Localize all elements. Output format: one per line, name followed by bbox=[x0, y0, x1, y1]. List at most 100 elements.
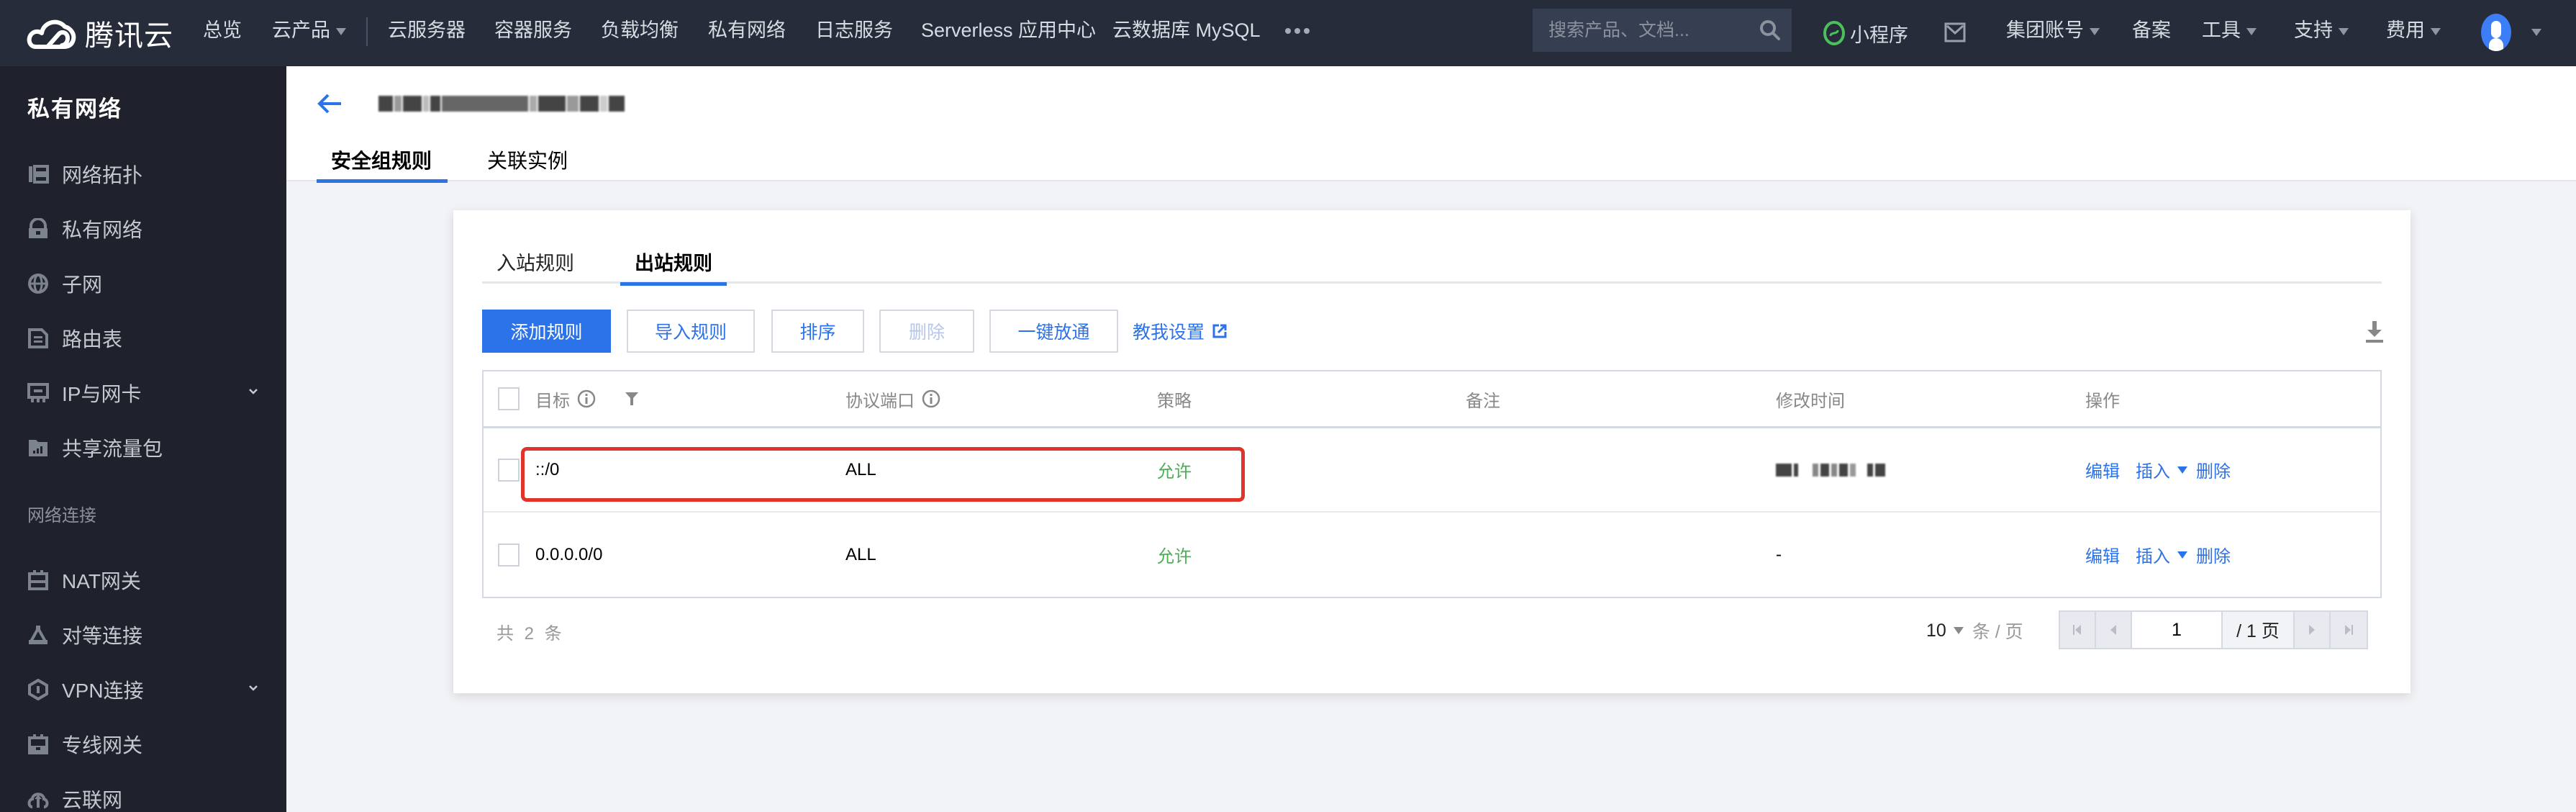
page-header: 安全组规则 关联实例 bbox=[286, 66, 2576, 183]
nav-support[interactable]: 支持 bbox=[2294, 0, 2349, 66]
search-box[interactable] bbox=[1533, 9, 1792, 52]
first-page-button[interactable] bbox=[2060, 612, 2096, 648]
sidebar-item-ip-nic[interactable]: IP与网卡 bbox=[27, 371, 265, 415]
insert-link[interactable]: 插入 bbox=[2136, 457, 2170, 482]
tencent-cloud-logo[interactable]: 腾讯云 bbox=[26, 12, 173, 55]
nav-cvm[interactable]: 云服务器 bbox=[388, 0, 466, 66]
add-rule-button[interactable]: 添加规则 bbox=[482, 310, 611, 353]
tab-outbound-rules[interactable]: 出站规则 bbox=[620, 248, 727, 286]
cell-modified-time-redacted bbox=[1776, 428, 1885, 511]
import-rules-button[interactable]: 导入规则 bbox=[627, 310, 755, 353]
sidebar-item-direct-connect[interactable]: 专线网关 bbox=[27, 723, 265, 766]
insert-caret-down-icon[interactable] bbox=[2177, 466, 2187, 474]
rule-direction-tabs: 入站规则 出站规则 bbox=[482, 248, 2382, 286]
column-header-policy: 策略 bbox=[1157, 391, 1192, 411]
search-icon[interactable] bbox=[1759, 19, 1782, 42]
traffic-package-icon bbox=[27, 437, 49, 459]
page-size-value: 10 bbox=[1926, 620, 1946, 641]
sidebar-item-label: 专线网关 bbox=[62, 734, 143, 757]
rules-card: 入站规则 出站规则 添加规则 导入规则 排序 删除 一键放通 教我设置 目标 协… bbox=[453, 210, 2411, 693]
sidebar-item-traffic-package[interactable]: 共享流量包 bbox=[27, 426, 265, 469]
page-size-select[interactable]: 10 条 / 页 bbox=[1926, 618, 2023, 644]
nav-divider bbox=[366, 17, 368, 46]
cell-actions: 编辑 插入 删除 bbox=[2085, 513, 2231, 597]
nic-icon bbox=[27, 382, 49, 404]
caret-down-icon bbox=[2431, 27, 2441, 35]
nav-group-account[interactable]: 集团账号 bbox=[2006, 0, 2100, 66]
nav-mysql[interactable]: 云数据库 MySQL bbox=[1112, 0, 1261, 66]
cell-protocol: ALL bbox=[845, 544, 876, 564]
nav-clb[interactable]: 负载均衡 bbox=[601, 0, 679, 66]
insert-link[interactable]: 插入 bbox=[2136, 542, 2170, 567]
nav-products[interactable]: 云产品 bbox=[272, 0, 346, 66]
info-icon[interactable] bbox=[577, 389, 596, 408]
nav-billing-label: 费用 bbox=[2386, 19, 2425, 41]
sidebar-item-label: 路由表 bbox=[62, 328, 123, 351]
tab-security-group-rules[interactable]: 安全组规则 bbox=[316, 145, 448, 183]
mini-program-label: 小程序 bbox=[1850, 24, 1908, 46]
nav-serverless[interactable]: Serverless 应用中心 bbox=[921, 0, 1096, 66]
prev-page-button[interactable] bbox=[2096, 612, 2132, 648]
row-checkbox[interactable] bbox=[498, 458, 520, 482]
download-icon[interactable] bbox=[2364, 320, 2385, 344]
delete-link[interactable]: 删除 bbox=[2196, 457, 2231, 482]
topology-icon bbox=[27, 163, 49, 185]
tab-inbound-rules[interactable]: 入站规则 bbox=[496, 248, 574, 284]
nav-vpc[interactable]: 私有网络 bbox=[708, 0, 786, 66]
peering-icon bbox=[27, 624, 49, 646]
select-all-checkbox[interactable] bbox=[498, 387, 520, 410]
search-input[interactable] bbox=[1548, 19, 1750, 41]
nav-billing[interactable]: 费用 bbox=[2386, 0, 2441, 66]
delete-link[interactable]: 删除 bbox=[2196, 542, 2231, 567]
tab-associated-instances[interactable]: 关联实例 bbox=[487, 145, 568, 181]
sidebar-item-ccn[interactable]: 云联网 bbox=[27, 777, 265, 812]
document-icon bbox=[27, 328, 49, 349]
back-arrow-icon[interactable] bbox=[315, 89, 344, 118]
ccn-icon bbox=[27, 788, 49, 810]
page-number-input[interactable] bbox=[2132, 612, 2223, 648]
column-header-protocol: 协议端口 bbox=[845, 371, 940, 426]
insert-caret-down-icon[interactable] bbox=[2177, 551, 2187, 559]
sidebar-item-vpc[interactable]: 私有网络 bbox=[27, 207, 265, 251]
column-header-modified-time: 修改时间 bbox=[1776, 391, 1845, 411]
delete-button[interactable]: 删除 bbox=[879, 310, 974, 353]
sidebar-item-label: 网络拓扑 bbox=[62, 164, 143, 186]
sidebar-item-route-table[interactable]: 路由表 bbox=[27, 317, 265, 360]
sidebar-item-peering[interactable]: 对等连接 bbox=[27, 613, 265, 657]
caret-down-icon bbox=[2090, 27, 2100, 35]
table-row: 0.0.0.0/0 ALL 允许 - 编辑 插入 删除 bbox=[484, 513, 2380, 597]
edit-link[interactable]: 编辑 bbox=[2085, 457, 2120, 482]
sort-button[interactable]: 排序 bbox=[771, 310, 864, 353]
edit-link[interactable]: 编辑 bbox=[2085, 542, 2120, 567]
sidebar-item-subnet[interactable]: 子网 bbox=[27, 262, 265, 305]
nav-icp[interactable]: 备案 bbox=[2132, 0, 2171, 66]
open-all-button[interactable]: 一键放通 bbox=[989, 310, 1118, 353]
gateway-icon bbox=[27, 569, 49, 591]
sidebar-item-topology[interactable]: 网络拓扑 bbox=[27, 153, 265, 196]
last-page-button[interactable] bbox=[2331, 612, 2367, 648]
nav-overview[interactable]: 总览 bbox=[203, 0, 242, 66]
more-dots-icon[interactable] bbox=[1285, 24, 1310, 34]
nav-cls[interactable]: 日志服务 bbox=[815, 0, 893, 66]
nav-container[interactable]: 容器服务 bbox=[494, 0, 572, 66]
sidebar: 私有网络 网络拓扑 私有网络 子网 路由表 IP与网卡 共享流量包 网络连接 N… bbox=[0, 66, 286, 812]
help-setup-link[interactable]: 教我设置 bbox=[1133, 318, 1228, 344]
avatar-caret-down-icon[interactable] bbox=[2531, 29, 2541, 36]
sidebar-item-label: VPN连接 bbox=[62, 680, 144, 702]
table-header: 目标 协议端口 策略 备注 修改时间 操作 bbox=[484, 371, 2380, 428]
user-avatar[interactable] bbox=[2481, 14, 2511, 51]
chevron-down-icon[interactable] bbox=[248, 386, 259, 397]
nav-tools[interactable]: 工具 bbox=[2202, 0, 2257, 66]
mini-program-link[interactable]: 小程序 bbox=[1823, 0, 1908, 66]
column-header-actions: 操作 bbox=[2085, 391, 2120, 411]
chevron-down-icon[interactable] bbox=[248, 682, 259, 694]
sidebar-item-label: 对等连接 bbox=[62, 625, 143, 647]
row-checkbox[interactable] bbox=[498, 543, 520, 567]
sidebar-item-vpn[interactable]: VPN连接 bbox=[27, 668, 265, 711]
info-icon[interactable] bbox=[922, 389, 940, 408]
mail-icon[interactable] bbox=[1944, 22, 1966, 43]
sidebar-item-nat-gateway[interactable]: NAT网关 bbox=[27, 559, 265, 602]
cell-policy: 允许 bbox=[1157, 462, 1192, 482]
next-page-button[interactable] bbox=[2295, 612, 2331, 648]
filter-icon[interactable] bbox=[625, 391, 639, 407]
